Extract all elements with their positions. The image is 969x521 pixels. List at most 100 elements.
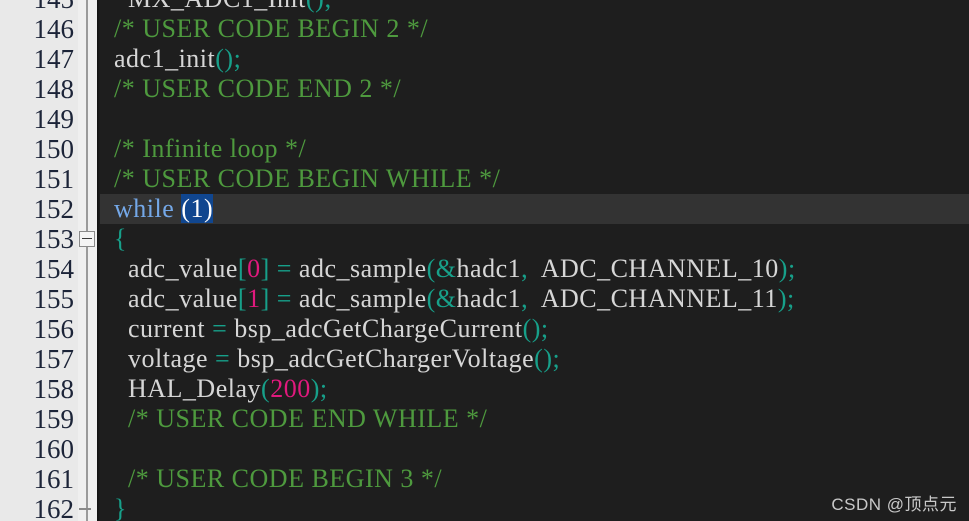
code-token: 0 bbox=[247, 254, 261, 283]
code-line[interactable]: /* USER CODE END WHILE */ bbox=[100, 404, 969, 434]
code-token: adc_value bbox=[128, 284, 238, 313]
csdn-watermark: CSDN @顶点元 bbox=[831, 495, 957, 514]
line-number: 150 bbox=[33, 134, 75, 164]
code-token: /* USER CODE BEGIN WHILE */ bbox=[114, 164, 501, 193]
code-token: adc_sample bbox=[298, 254, 427, 283]
line-number: 157 bbox=[33, 344, 75, 374]
code-line[interactable]: HAL_Delay(200); bbox=[100, 374, 969, 404]
code-token: /* Infinite loop */ bbox=[114, 134, 307, 163]
fold-guide-line bbox=[86, 0, 88, 521]
code-line[interactable]: /* USER CODE END 2 */ bbox=[100, 74, 969, 104]
line-number: 152 bbox=[33, 194, 75, 224]
code-token: ); bbox=[777, 284, 795, 313]
line-number: 148 bbox=[33, 74, 75, 104]
code-token: adc_value bbox=[128, 254, 238, 283]
code-token: HAL_Delay bbox=[128, 374, 262, 403]
line-number: 159 bbox=[33, 404, 75, 434]
code-line[interactable]: current = bsp_adcGetChargeCurrent(); bbox=[100, 314, 969, 344]
code-token: , bbox=[521, 284, 536, 313]
code-token: /* USER CODE BEGIN 3 */ bbox=[128, 464, 443, 493]
code-line[interactable]: { bbox=[100, 224, 969, 254]
line-number: 146 bbox=[33, 14, 75, 44]
line-number: 147 bbox=[33, 44, 75, 74]
code-line[interactable]: adc_value[1] = adc_sample(&hadc1, ADC_CH… bbox=[100, 284, 969, 314]
code-text-area[interactable]: MX_ADC1_Init(); /* USER CODE BEGIN 2 */ … bbox=[100, 0, 969, 521]
code-token: /* USER CODE END WHILE */ bbox=[128, 404, 488, 433]
fold-end-icon bbox=[79, 508, 91, 510]
code-line[interactable]: /* Infinite loop */ bbox=[100, 134, 969, 164]
code-token: (); bbox=[534, 344, 561, 373]
editor-gutter: 1451461471481491501511521531541551561571… bbox=[0, 0, 97, 521]
code-line[interactable] bbox=[100, 104, 969, 134]
code-line[interactable]: adc1_init(); bbox=[100, 44, 969, 74]
code-token: , bbox=[521, 254, 536, 283]
code-token: /* USER CODE END 2 */ bbox=[114, 74, 402, 103]
code-editor-window: 1451461471481491501511521531541551561571… bbox=[0, 0, 969, 521]
code-token: ); bbox=[778, 254, 796, 283]
code-folding-rail[interactable] bbox=[78, 0, 97, 521]
code-token: = bbox=[276, 254, 292, 283]
code-token: current bbox=[128, 314, 206, 343]
line-number: 161 bbox=[33, 464, 75, 494]
code-token: (& bbox=[426, 284, 457, 313]
line-number: 162 bbox=[33, 494, 75, 521]
code-token: adc1_init bbox=[114, 44, 216, 73]
fold-collapse-icon[interactable] bbox=[79, 231, 95, 247]
line-number: 149 bbox=[33, 104, 75, 134]
code-token: (); bbox=[522, 314, 549, 343]
line-number: 160 bbox=[33, 434, 75, 464]
code-token: voltage bbox=[128, 344, 209, 373]
line-number: 153 bbox=[33, 224, 75, 254]
code-line[interactable]: MX_ADC1_Init(); bbox=[100, 0, 969, 14]
line-number: 145 bbox=[0, 0, 78, 14]
code-line[interactable] bbox=[100, 434, 969, 464]
code-line[interactable]: /* USER CODE BEGIN 2 */ bbox=[100, 14, 969, 44]
code-token: while bbox=[114, 194, 175, 223]
code-token: hadc1 bbox=[456, 254, 522, 283]
code-token: MX_ADC1_Init bbox=[128, 0, 306, 13]
line-number: 158 bbox=[33, 374, 75, 404]
code-line[interactable]: /* USER CODE BEGIN WHILE */ bbox=[100, 164, 969, 194]
code-line-current[interactable]: while (1) bbox=[100, 194, 969, 224]
selected-token: 1 bbox=[190, 194, 204, 223]
gutter-divider bbox=[97, 0, 100, 521]
code-token: ); bbox=[310, 374, 328, 403]
code-token: ( bbox=[261, 374, 271, 403]
code-token: adc_sample bbox=[298, 284, 427, 313]
line-number: 156 bbox=[33, 314, 75, 344]
code-token: [ bbox=[237, 254, 248, 283]
code-token: [ bbox=[237, 284, 248, 313]
code-token: { bbox=[114, 224, 127, 253]
code-token: = bbox=[212, 314, 228, 343]
code-line[interactable]: voltage = bsp_adcGetChargerVoltage(); bbox=[100, 344, 969, 374]
code-token: 1 bbox=[247, 284, 261, 313]
code-token: = bbox=[215, 344, 231, 373]
code-token: (& bbox=[426, 254, 457, 283]
code-token: ADC_CHANNEL_10 bbox=[535, 254, 779, 283]
line-number-column: 1451461471481491501511521531541551561571… bbox=[0, 0, 78, 521]
code-token: /* USER CODE BEGIN 2 */ bbox=[114, 14, 429, 43]
code-token: (); bbox=[215, 44, 242, 73]
code-token: (); bbox=[306, 0, 332, 13]
selected-token: ) bbox=[203, 194, 214, 223]
line-number: 154 bbox=[33, 254, 75, 284]
code-token: } bbox=[114, 494, 127, 521]
code-token: bsp_adcGetChargeCurrent bbox=[234, 314, 523, 343]
code-line[interactable]: adc_value[0] = adc_sample(&hadc1, ADC_CH… bbox=[100, 254, 969, 284]
